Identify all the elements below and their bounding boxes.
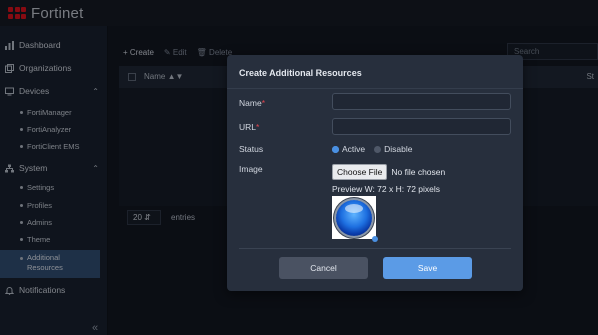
save-button[interactable]: Save bbox=[383, 257, 472, 279]
image-file-picker: Choose File No file chosen bbox=[332, 164, 445, 180]
choose-file-button[interactable]: Choose File bbox=[332, 164, 388, 180]
file-status-text: No file chosen bbox=[391, 167, 446, 177]
image-label: Image bbox=[239, 164, 263, 174]
preview-dimensions-text: Preview W: 72 x H: 72 pixels bbox=[332, 184, 441, 194]
status-active-radio[interactable] bbox=[332, 145, 339, 153]
name-label: Name* bbox=[239, 98, 265, 108]
image-preview bbox=[332, 196, 376, 239]
url-label: URL* bbox=[239, 122, 260, 132]
required-asterisk: * bbox=[256, 122, 260, 132]
resize-handle[interactable] bbox=[372, 236, 378, 242]
create-resource-dialog: Create Additional Resources Name* URL* S… bbox=[227, 55, 523, 291]
blue-orb-image bbox=[336, 199, 372, 236]
name-field[interactable] bbox=[332, 93, 511, 110]
cancel-button[interactable]: Cancel bbox=[279, 257, 368, 279]
status-disable-label[interactable]: Disable bbox=[384, 144, 412, 154]
divider bbox=[227, 88, 523, 89]
status-radio-group: Active Disable bbox=[332, 144, 413, 154]
divider bbox=[239, 248, 511, 249]
status-label: Status bbox=[239, 144, 264, 154]
dialog-title: Create Additional Resources bbox=[239, 68, 362, 78]
url-field[interactable] bbox=[332, 118, 511, 135]
status-active-label[interactable]: Active bbox=[342, 144, 365, 154]
required-asterisk: * bbox=[261, 98, 265, 108]
status-disable-radio[interactable] bbox=[374, 145, 382, 153]
